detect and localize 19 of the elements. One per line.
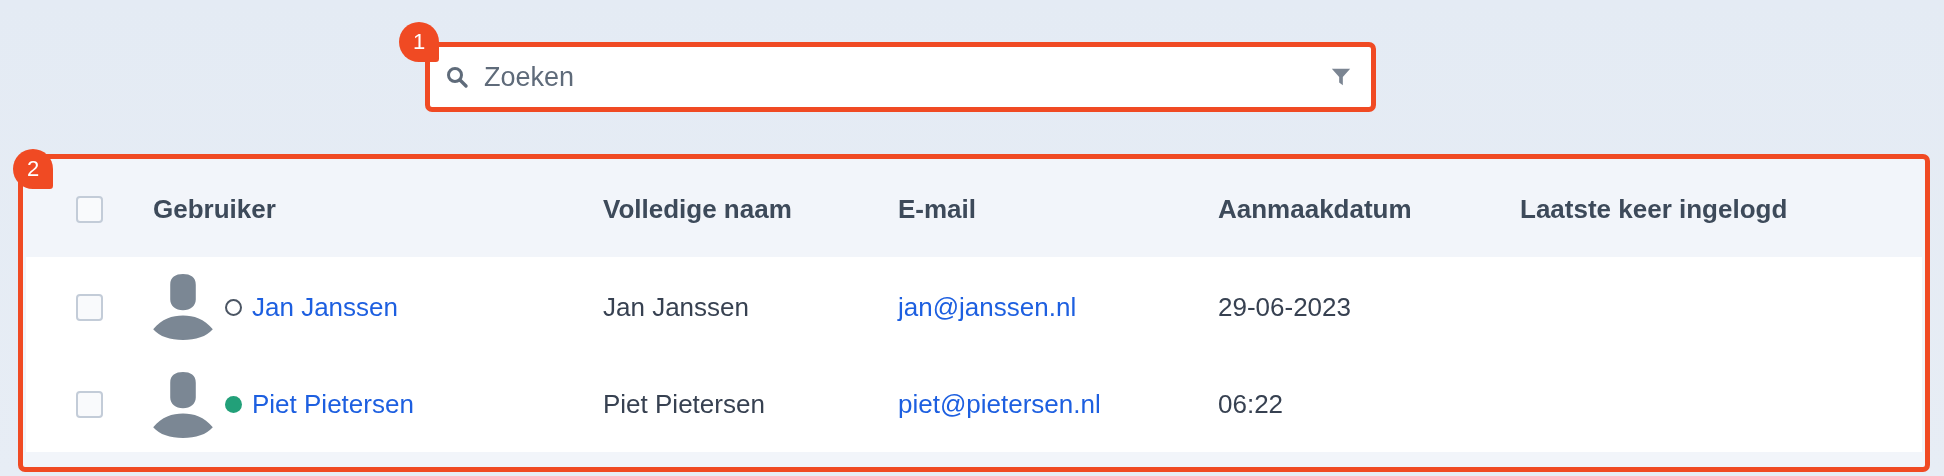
checkbox[interactable] [76, 391, 103, 418]
full-name: Jan Janssen [603, 291, 749, 323]
creation-date: 06:22 [1218, 389, 1284, 420]
creation-date: 29-06-2023 [1218, 291, 1351, 323]
annotation-badge: 1 [399, 22, 439, 62]
search-field[interactable]: Zoeken [425, 42, 1376, 112]
email-link[interactable]: jan@janssen.nl [898, 291, 1077, 323]
email-link[interactable]: piet@pietersen.nl [898, 389, 1101, 420]
column-header[interactable]: E-mail [898, 194, 977, 225]
checkbox[interactable] [76, 196, 103, 223]
filter-icon[interactable] [1330, 66, 1352, 88]
user-silhouette-icon [153, 274, 213, 340]
column-header[interactable]: Gebruiker [153, 194, 276, 225]
user-link[interactable]: Piet Pietersen [252, 389, 414, 420]
user-link[interactable]: Jan Janssen [252, 291, 398, 323]
checkbox[interactable] [76, 293, 103, 321]
full-name: Piet Pietersen [603, 389, 765, 420]
annotation-badge: 2 [13, 149, 53, 189]
user-silhouette-icon [153, 371, 213, 438]
